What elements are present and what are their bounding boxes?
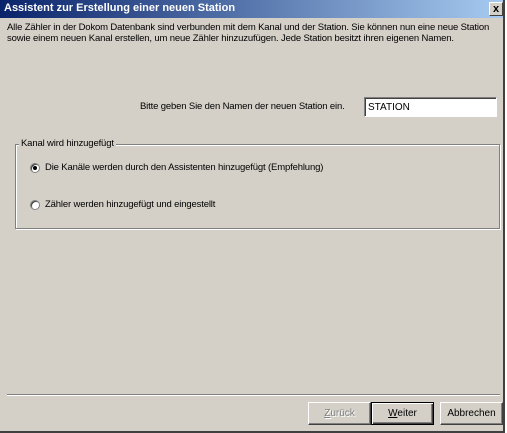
station-name-input[interactable]: [364, 97, 497, 117]
radio-option-counters-label: Zähler werden hinzugefügt und eingestell…: [45, 199, 216, 210]
window-title: Assistent zur Erstellung einer neuen Sta…: [4, 2, 236, 14]
back-button[interactable]: Zurück: [308, 402, 371, 425]
next-button[interactable]: Weiter: [371, 402, 434, 425]
intro-text: Alle Zähler in der Dokom Datenbank sind …: [7, 22, 490, 44]
wizard-window: Assistent zur Erstellung einer neuen Sta…: [0, 0, 505, 433]
title-bar[interactable]: Assistent zur Erstellung einer neuen Sta…: [0, 0, 503, 18]
close-button[interactable]: x: [489, 2, 503, 16]
radio-button-unchecked[interactable]: [30, 199, 40, 210]
next-button-label: eiter: [397, 407, 417, 419]
station-name-label: Bitte geben Sie den Namen der neuen Stat…: [140, 101, 345, 112]
radio-option-assistant[interactable]: Die Kanäle werden durch den Assistenten …: [30, 162, 323, 173]
cancel-button[interactable]: Abbrechen: [440, 402, 503, 425]
channel-group-legend: Kanal wird hinzugefügt: [19, 138, 116, 149]
radio-button-checked[interactable]: [30, 162, 40, 173]
channel-groupbox: [15, 144, 500, 229]
button-separator: [7, 394, 500, 396]
back-button-label: urück: [330, 407, 355, 419]
close-icon: x: [492, 3, 500, 15]
radio-option-assistant-label: Die Kanäle werden durch den Assistenten …: [45, 162, 324, 173]
radio-option-counters[interactable]: Zähler werden hinzugefügt und eingestell…: [30, 199, 215, 210]
